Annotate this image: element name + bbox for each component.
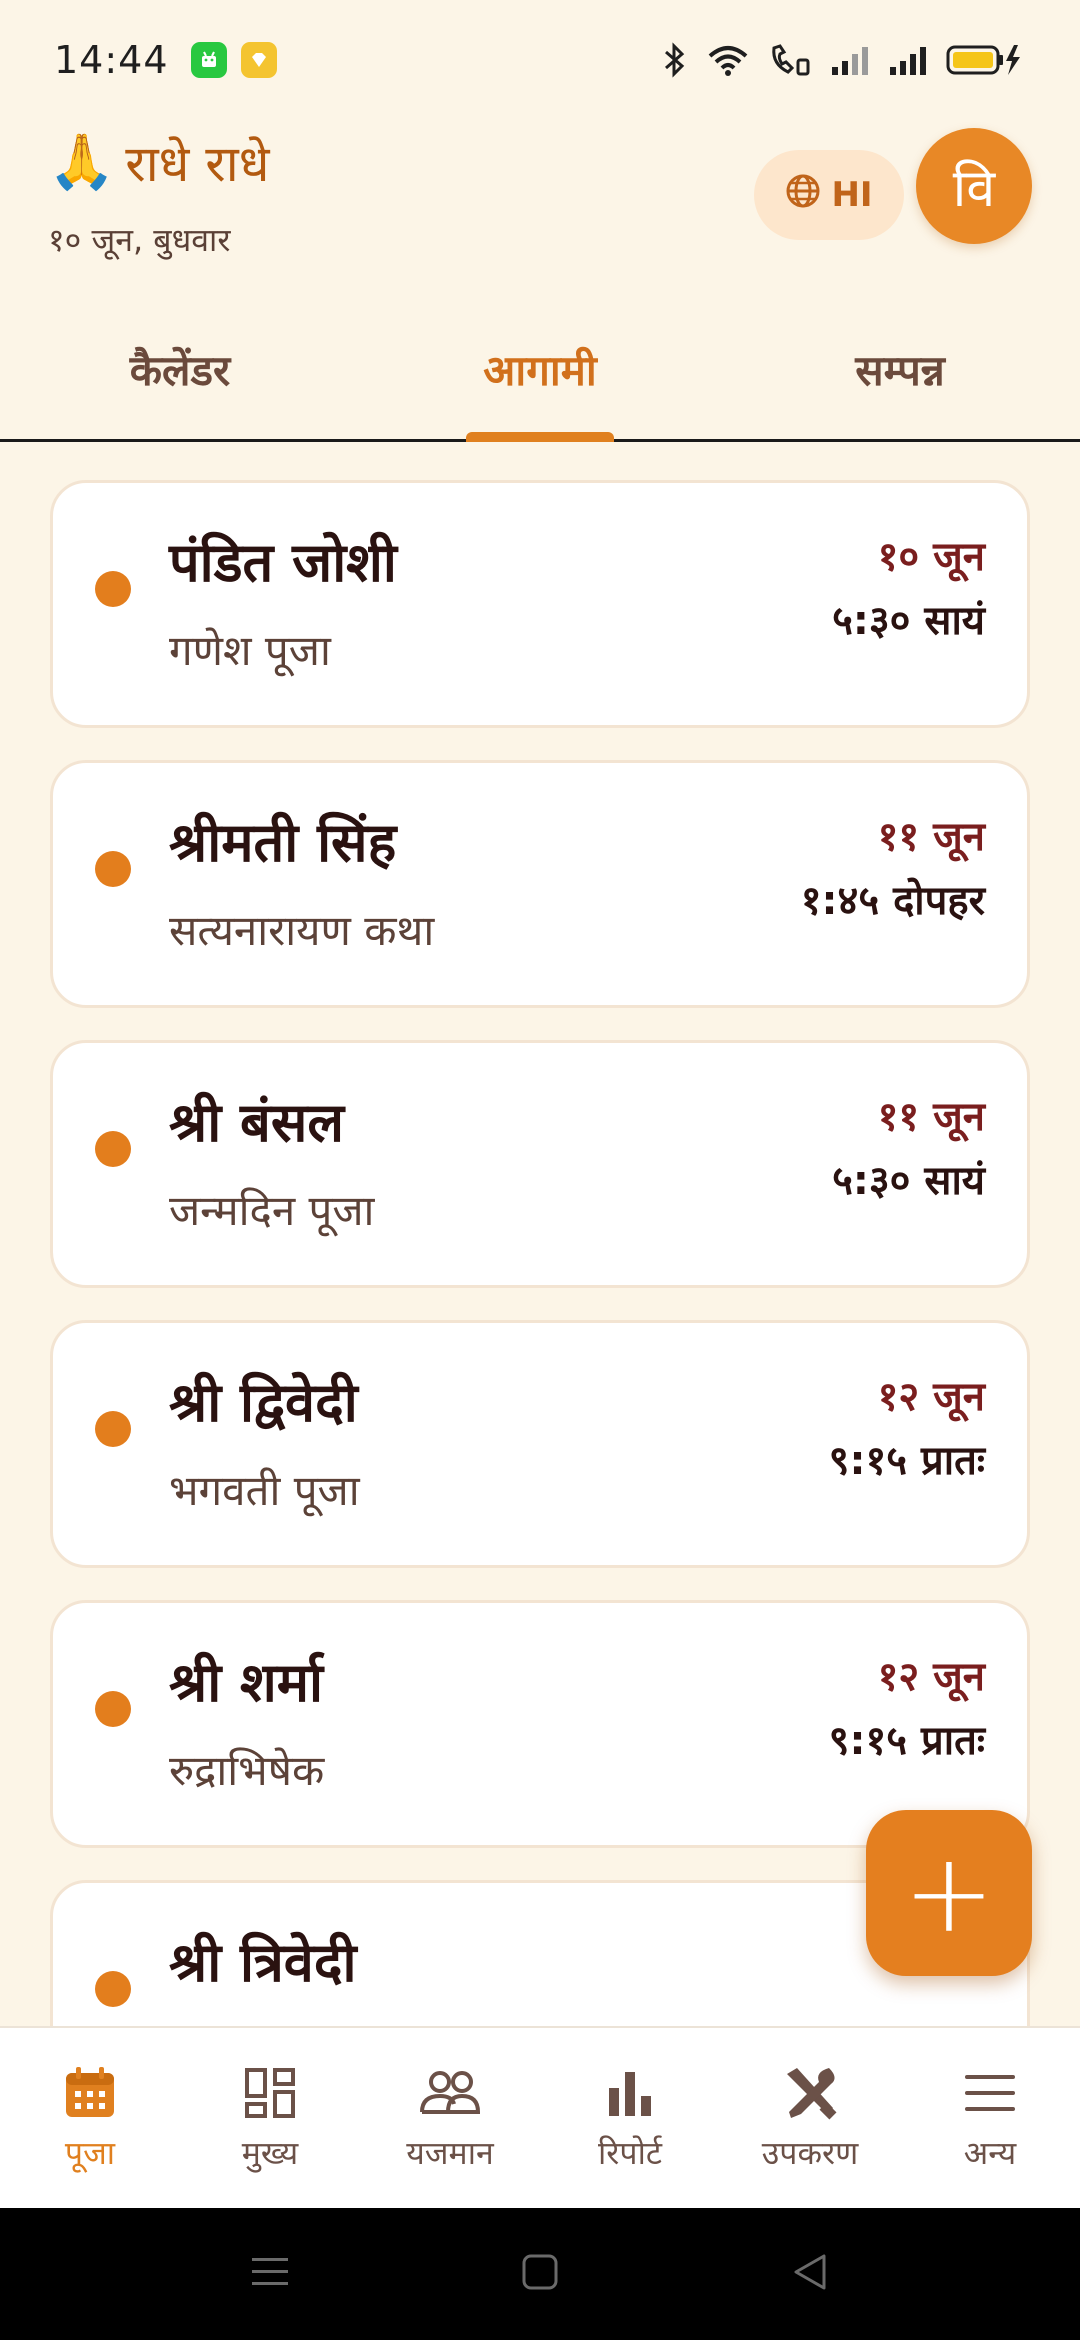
recents-icon[interactable] xyxy=(250,2254,290,2294)
wifi-calling-icon xyxy=(768,42,812,78)
screen: 14:44 🙏 राधे राधे १० जून, बुधवार HI वि क… xyxy=(0,0,1080,2340)
tab-completed[interactable]: सम्पन्न xyxy=(720,300,1080,439)
language-code: HI xyxy=(831,175,873,215)
bottom-nav: पूजा मुख्य यजमान रिपोर्ट उपकरण अन्य xyxy=(0,2026,1080,2208)
booking-card[interactable]: पंडित जोशी गणेश पूजा १० जून ५:३० सायं xyxy=(50,480,1030,728)
yajman-name: पंडित जोशी xyxy=(169,531,397,594)
back-icon[interactable] xyxy=(790,2252,830,2296)
yajman-name: श्रीमती सिंह xyxy=(169,811,397,874)
tab-label: सम्पन्न xyxy=(855,346,945,395)
booking-date: १२ जून xyxy=(877,1374,985,1420)
tab-calendar[interactable]: कैलेंडर xyxy=(0,300,360,439)
signal-sim2-icon xyxy=(888,43,928,77)
yajman-name: श्री द्विवेदी xyxy=(169,1371,358,1434)
nav-item-tools[interactable]: उपकरण xyxy=(720,2028,900,2208)
dashboard-icon xyxy=(243,2063,297,2123)
nav-label: पूजा xyxy=(64,2133,116,2172)
booking-card[interactable]: श्रीमती सिंह सत्यनारायण कथा ११ जून १:४५ … xyxy=(50,760,1030,1008)
greeting-text: राधे राधे xyxy=(125,135,270,193)
puja-type: रुद्राभिषेक xyxy=(169,1746,325,1795)
booking-time: ९:१५ प्रातः xyxy=(828,1438,985,1484)
tab-upcoming[interactable]: आगामी xyxy=(360,300,720,442)
nav-label: यजमान xyxy=(406,2133,494,2172)
puja-type: सत्यनारायण कथा xyxy=(169,906,435,955)
yajman-name: श्री त्रिवेदी xyxy=(169,1931,357,1994)
bluetooth-icon xyxy=(662,42,688,78)
header: 🙏 राधे राधे १० जून, बुधवार HI वि xyxy=(48,128,1032,278)
tab-indicator xyxy=(466,432,614,442)
nav-item-report[interactable]: रिपोर्ट xyxy=(540,2028,720,2208)
namaste-icon: 🙏 xyxy=(48,130,116,193)
booking-card[interactable]: श्री बंसल जन्मदिन पूजा ११ जून ५:३० सायं xyxy=(50,1040,1030,1288)
booking-card[interactable]: श्री शर्मा रुद्राभिषेक १२ जून ९:१५ प्रात… xyxy=(50,1600,1030,1848)
language-button[interactable]: HI xyxy=(754,150,904,240)
status-dot xyxy=(95,1411,131,1447)
booking-time: ५:३० सायं xyxy=(832,598,985,644)
add-booking-button[interactable]: + xyxy=(866,1810,1032,1976)
booking-card[interactable]: श्री द्विवेदी भगवती पूजा १२ जून ९:१५ प्र… xyxy=(50,1320,1030,1568)
puja-type: भगवती पूजा xyxy=(169,1466,360,1515)
bar-chart-icon xyxy=(605,2063,655,2123)
status-dot xyxy=(95,571,131,607)
profile-avatar[interactable]: वि xyxy=(916,128,1032,244)
system-nav-bar xyxy=(0,2208,1080,2340)
tab-bar: कैलेंडर आगामी सम्पन्न xyxy=(0,300,1080,442)
status-dot xyxy=(95,1131,131,1167)
booking-time: ९:१५ प्रातः xyxy=(828,1718,985,1764)
booking-date: १० जून xyxy=(877,534,985,580)
nav-label: मुख्य xyxy=(241,2133,299,2172)
status-dot xyxy=(95,1691,131,1727)
android-app-icon xyxy=(190,42,227,78)
booking-date: ११ जून xyxy=(877,814,985,860)
calendar-icon xyxy=(63,2063,117,2123)
puja-type: जन्मदिन पूजा xyxy=(169,1186,375,1235)
nav-item-puja[interactable]: पूजा xyxy=(0,2028,180,2208)
globe-icon xyxy=(785,173,821,218)
yajman-name: श्री शर्मा xyxy=(169,1651,324,1714)
yajman-name: श्री बंसल xyxy=(169,1091,344,1154)
battery-charging-icon xyxy=(946,43,1026,77)
status-time: 14:44 xyxy=(54,38,169,82)
status-bar: 14:44 xyxy=(0,0,1080,120)
people-icon xyxy=(418,2063,482,2123)
tools-icon xyxy=(781,2063,839,2123)
booking-time: १:४५ दोपहर xyxy=(800,878,985,924)
booking-date: ११ जून xyxy=(877,1094,985,1140)
status-dot xyxy=(95,1971,131,2007)
nav-item-more[interactable]: अन्य xyxy=(900,2028,1080,2208)
booking-time: ५:३० सायं xyxy=(832,1158,985,1204)
signal-sim1-icon xyxy=(830,43,870,77)
status-dot xyxy=(95,851,131,887)
wifi-icon xyxy=(706,42,750,78)
status-icons xyxy=(662,42,1026,78)
gem-app-icon xyxy=(240,42,277,78)
nav-item-main[interactable]: मुख्य xyxy=(180,2028,360,2208)
nav-label: उपकरण xyxy=(761,2133,859,2172)
tab-label: आगामी xyxy=(483,346,597,395)
home-icon[interactable] xyxy=(520,2252,560,2296)
nav-label: रिपोर्ट xyxy=(598,2133,662,2172)
puja-type: गणेश पूजा xyxy=(169,626,331,675)
tab-label: कैलेंडर xyxy=(129,346,231,395)
nav-label: अन्य xyxy=(963,2133,1017,2172)
booking-date: १२ जून xyxy=(877,1654,985,1700)
menu-icon xyxy=(963,2063,1017,2123)
nav-item-yajman[interactable]: यजमान xyxy=(360,2028,540,2208)
